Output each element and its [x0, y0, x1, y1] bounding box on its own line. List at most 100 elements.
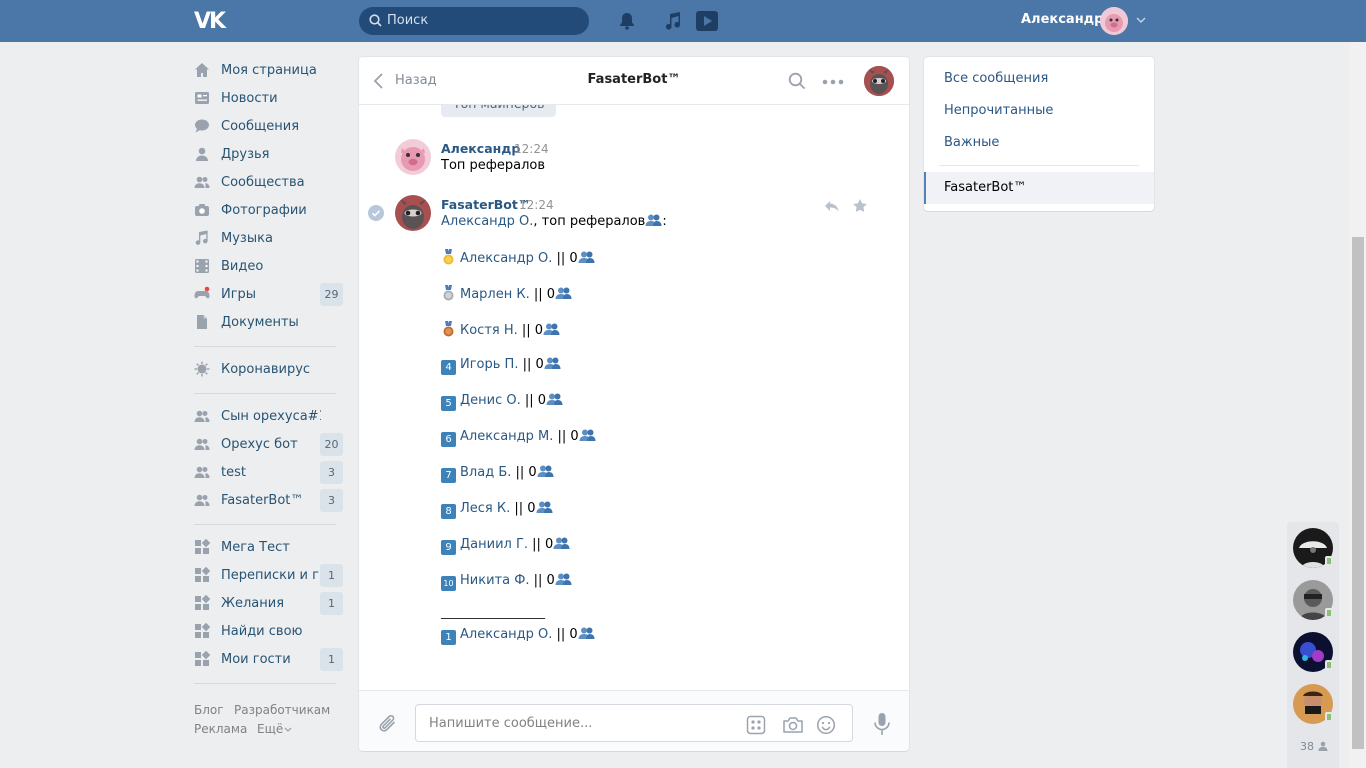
play-icon[interactable]: [696, 11, 718, 31]
footer-blog-link[interactable]: Блог: [194, 703, 224, 717]
groups-icon: [194, 176, 210, 188]
games-count-badge: 29: [320, 283, 343, 306]
message-input[interactable]: Напишите сообщение...: [415, 704, 853, 742]
avatar[interactable]: [395, 139, 431, 175]
user-link[interactable]: Даниил Г.: [460, 537, 528, 552]
sidebar-item-messages[interactable]: Сообщения: [194, 114, 344, 140]
sidebar-item-app[interactable]: Мега Тест: [194, 535, 344, 561]
filter-current-chat[interactable]: FasaterBot™: [924, 172, 1154, 204]
sidebar-item-label: test: [221, 465, 246, 480]
search-placeholder: Поиск: [387, 13, 429, 28]
page-scrollbar[interactable]: [1350, 42, 1366, 768]
music-icon: [195, 230, 208, 245]
online-indicator: [1325, 608, 1333, 618]
score: || 0: [553, 429, 579, 444]
online-indicator: [1325, 556, 1333, 566]
sidebar-item-games[interactable]: Игры 29: [194, 282, 344, 308]
groups-icon: [194, 410, 210, 422]
sidebar-item-label: Орехус бот: [221, 437, 298, 452]
more-icon[interactable]: [822, 79, 844, 85]
paperclip-icon[interactable]: [377, 713, 399, 735]
user-link[interactable]: Марлен К.: [460, 287, 530, 302]
current-chat-label: FasaterBot™: [944, 180, 1027, 195]
filter-all-messages[interactable]: Все сообщения: [944, 71, 1048, 86]
apps-icon: [195, 623, 210, 638]
list-item: 8 Леся К. || 0: [441, 501, 553, 519]
camera-icon[interactable]: [782, 715, 804, 735]
user-link[interactable]: Влад Б.: [460, 465, 511, 480]
sidebar-item-group[interactable]: test 3: [194, 460, 344, 486]
online-indicator: [1325, 712, 1333, 722]
sidebar-item-documents[interactable]: Документы: [194, 310, 344, 336]
sidebar-item-label: Мега Тест: [221, 540, 290, 555]
groups-icon: [194, 438, 210, 450]
count-badge: 1: [320, 592, 343, 615]
sidebar-item-music[interactable]: Музыка: [194, 226, 344, 252]
friends-count-value: 38: [1300, 740, 1314, 753]
count-badge: 3: [320, 461, 343, 484]
mention-link[interactable]: Александр О.: [441, 214, 533, 229]
menu-divider: [194, 683, 336, 684]
sidebar-item-video[interactable]: Видео: [194, 254, 344, 280]
sidebar-item-group[interactable]: Сын орехуса#1: [194, 404, 344, 430]
message-author[interactable]: Александр: [441, 141, 520, 156]
message-time[interactable]: 12:24: [519, 198, 554, 212]
star-icon[interactable]: [852, 198, 868, 214]
footer-dev-link[interactable]: Разработчикам: [234, 703, 330, 717]
message-intro-tail: :: [662, 214, 667, 229]
user-link[interactable]: Костя Н.: [460, 323, 518, 338]
footer-more-link[interactable]: Ещё: [257, 722, 283, 736]
vk-logo[interactable]: VK: [194, 9, 228, 34]
user-link[interactable]: Денис О.: [460, 393, 521, 408]
chat-avatar[interactable]: [864, 66, 894, 96]
chevron-down-icon[interactable]: [1136, 15, 1146, 25]
user-link[interactable]: Александр М.: [460, 429, 553, 444]
sidebar-item-photos[interactable]: Фотографии: [194, 198, 344, 224]
user-link[interactable]: Леся К.: [460, 501, 510, 516]
sidebar-item-friends[interactable]: Друзья: [194, 142, 344, 168]
scrollbar-thumb[interactable]: [1352, 237, 1364, 749]
sidebar-item-app[interactable]: Мои гости 1: [194, 647, 344, 673]
header-user-name[interactable]: Александр: [1021, 12, 1104, 27]
avatar[interactable]: [1100, 7, 1128, 35]
list-item: 5 Денис О. || 0: [441, 393, 563, 411]
music-icon[interactable]: [663, 11, 683, 31]
message-time[interactable]: 12:24: [514, 142, 549, 156]
search-icon[interactable]: [788, 72, 806, 90]
score: || 0: [511, 465, 537, 480]
sidebar-item-groups[interactable]: Сообщества: [194, 170, 344, 196]
sidebar-item-group[interactable]: Орехус бот 20: [194, 432, 344, 458]
top-bar: VK Поиск Александр: [0, 0, 1366, 42]
user-link[interactable]: Игорь П.: [460, 357, 518, 372]
reply-icon[interactable]: [824, 198, 840, 214]
sidebar-item-my-page[interactable]: Моя страница: [194, 58, 344, 84]
message-author[interactable]: FasaterBot™: [441, 197, 530, 212]
sidebar-item-app[interactable]: Желания 1: [194, 591, 344, 617]
friends-online-count[interactable]: 38: [1300, 740, 1328, 753]
avatar[interactable]: [395, 195, 431, 231]
filter-important[interactable]: Важные: [944, 135, 999, 150]
footer-ads-link[interactable]: Реклама: [194, 722, 247, 736]
message-text: Александр О., топ рефералов:: [441, 214, 667, 229]
user-link[interactable]: Александр О.: [460, 251, 552, 266]
sidebar-item-label: Документы: [221, 315, 299, 330]
smile-icon[interactable]: [816, 715, 836, 735]
keyboard-icon[interactable]: [746, 715, 766, 735]
sidebar-item-coronavirus[interactable]: Коронавирус: [194, 357, 344, 383]
sidebar-item-label: Новости: [221, 91, 278, 106]
list-item: Марлен К. || 0: [441, 285, 572, 303]
user-link[interactable]: Александр О.: [460, 627, 552, 642]
sidebar-item-app[interactable]: Найди свою: [194, 619, 344, 645]
sidebar-item-news[interactable]: Новости: [194, 86, 344, 112]
search-box[interactable]: Поиск: [359, 7, 589, 35]
rank-badge: 8: [441, 504, 456, 519]
groups-icon: [194, 466, 210, 478]
sidebar-item-app[interactable]: Переписки и г... 1: [194, 563, 344, 589]
panel-divider: [939, 165, 1139, 166]
microphone-icon[interactable]: [872, 712, 892, 736]
filter-unread[interactable]: Непрочитанные: [944, 103, 1053, 118]
sidebar-item-group[interactable]: FasaterBot™ 3: [194, 488, 344, 514]
sidebar-item-label: Игры: [221, 287, 257, 302]
user-link[interactable]: Никита Ф.: [460, 573, 530, 588]
bell-icon[interactable]: [617, 11, 637, 31]
